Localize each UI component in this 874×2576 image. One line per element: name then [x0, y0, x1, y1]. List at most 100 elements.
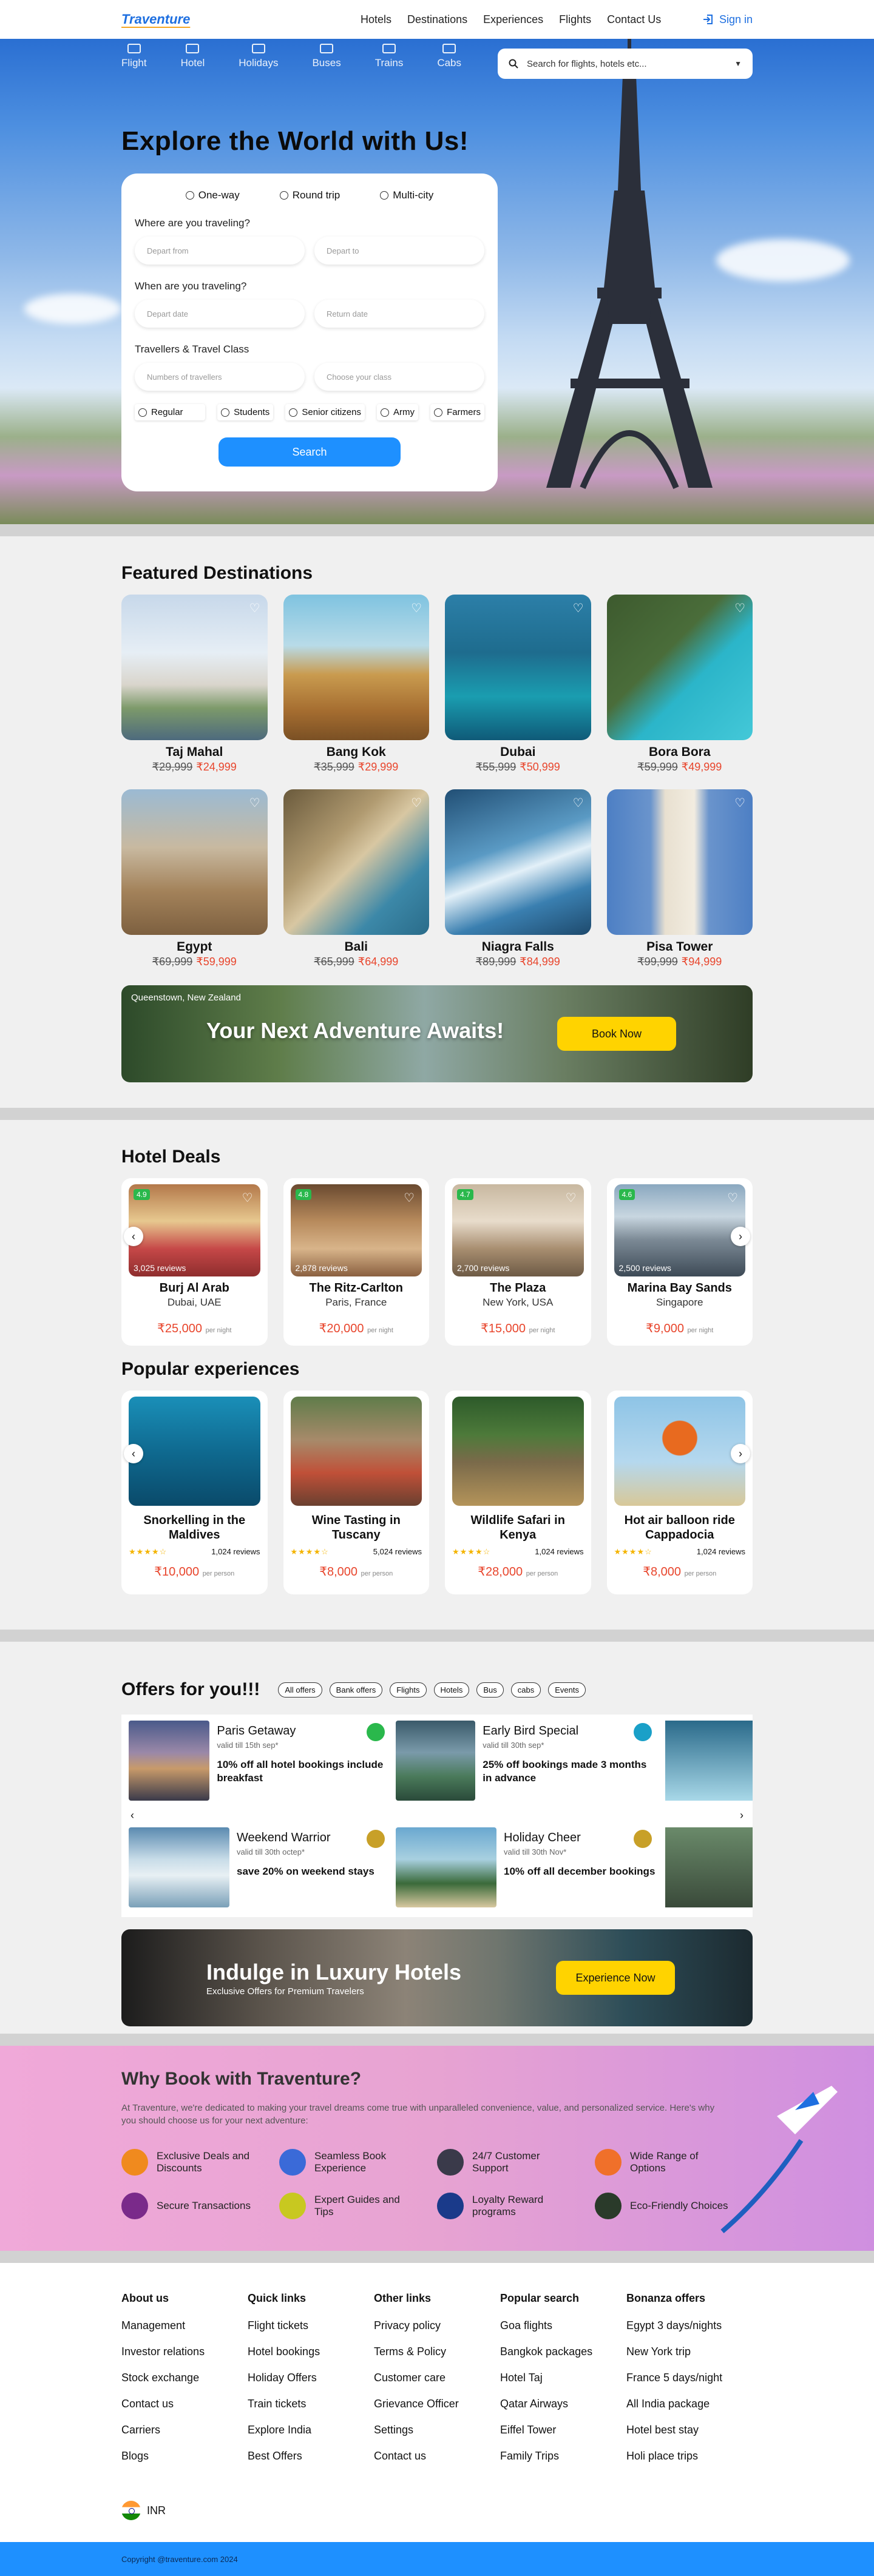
fare-students[interactable]: Students: [217, 404, 273, 420]
footer-link[interactable]: New York trip: [626, 2345, 753, 2358]
hotel-card[interactable]: 4.7 ♡ 2,700 reviews The Plaza New York, USA ₹…: [445, 1178, 591, 1346]
footer-link[interactable]: Egypt 3 days/nights: [626, 2319, 753, 2332]
signin-button[interactable]: Sign in: [702, 13, 753, 26]
carousel-prev-button[interactable]: ‹: [123, 1806, 142, 1825]
chip-cabs[interactable]: cabs: [510, 1682, 541, 1698]
footer-link[interactable]: Explore India: [248, 2424, 374, 2436]
offer-card[interactable]: Holiday Cheer valid till 30th Nov* 10% off…: [396, 1827, 657, 1912]
hero-search-input[interactable]: Search for flights, hotels etc... ▼: [498, 49, 753, 79]
footer-link[interactable]: Family Trips: [500, 2450, 626, 2463]
chip-all-offers[interactable]: All offers: [278, 1682, 322, 1698]
offer-card[interactable]: Weekend Warrior valid till 30th octep* sav…: [129, 1827, 390, 1912]
footer-link[interactable]: Privacy policy: [374, 2319, 500, 2332]
footer-link[interactable]: Holiday Offers: [248, 2372, 374, 2384]
footer-link[interactable]: Blogs: [121, 2450, 248, 2463]
destination-card[interactable]: ♡ Bora Bora ₹59,999 ₹49,999: [606, 595, 753, 774]
destination-card[interactable]: ♡ Egypt ₹69,999 ₹59,999: [121, 789, 268, 968]
mode-trains[interactable]: Trains: [375, 44, 403, 69]
heart-icon[interactable]: ♡: [573, 795, 584, 811]
footer-link[interactable]: Hotel best stay: [626, 2424, 753, 2436]
heart-icon[interactable]: ♡: [249, 601, 260, 616]
heart-icon[interactable]: ♡: [242, 1190, 253, 1205]
heart-icon[interactable]: ♡: [734, 601, 745, 616]
experience-card[interactable]: Wildlife Safari in Kenya ★★★★☆ 1,024 revie…: [445, 1391, 591, 1594]
class-select[interactable]: Choose your class: [314, 363, 484, 391]
footer-link[interactable]: Best Offers: [248, 2450, 374, 2463]
search-button[interactable]: Search: [218, 437, 401, 467]
fare-army[interactable]: Army: [377, 404, 418, 420]
nav-link-flights[interactable]: Flights: [559, 13, 591, 26]
carousel-next-button[interactable]: ›: [732, 1806, 751, 1825]
dropdown-caret-icon[interactable]: ▼: [734, 59, 742, 68]
heart-icon[interactable]: ♡: [566, 1190, 577, 1205]
experience-now-button[interactable]: Experience Now: [556, 1961, 675, 1995]
experience-card[interactable]: Hot air balloon ride Cappadocia ★★★★☆ 1,02…: [606, 1391, 753, 1594]
mode-flight[interactable]: Flight: [121, 44, 147, 69]
footer-link[interactable]: Contact us: [121, 2398, 248, 2410]
hotel-card[interactable]: 4.9 ♡ 3,025 reviews Burj Al Arab Dubai, UAE ₹…: [121, 1178, 268, 1346]
heart-icon[interactable]: ♡: [727, 1190, 738, 1205]
nav-link-hotels[interactable]: Hotels: [361, 13, 391, 26]
chip-events[interactable]: Events: [548, 1682, 586, 1698]
footer-link[interactable]: Hotel bookings: [248, 2345, 374, 2358]
carousel-next-button[interactable]: ›: [731, 1444, 750, 1463]
footer-link[interactable]: Settings: [374, 2424, 500, 2436]
footer-link[interactable]: Hotel Taj: [500, 2372, 626, 2384]
footer-link[interactable]: Grievance Officer: [374, 2398, 500, 2410]
fare-regular[interactable]: Regular: [135, 404, 205, 420]
heart-icon[interactable]: ♡: [734, 795, 745, 811]
mode-buses[interactable]: Buses: [312, 44, 341, 69]
nav-link-contact-us[interactable]: Contact Us: [607, 13, 661, 26]
footer-link[interactable]: Contact us: [374, 2450, 500, 2463]
footer-link[interactable]: Carriers: [121, 2424, 248, 2436]
heart-icon[interactable]: ♡: [404, 1190, 415, 1205]
footer-link[interactable]: All India package: [626, 2398, 753, 2410]
heart-icon[interactable]: ♡: [573, 601, 584, 616]
carousel-prev-button[interactable]: ‹: [124, 1444, 143, 1463]
nav-link-destinations[interactable]: Destinations: [407, 13, 467, 26]
carousel-prev-button[interactable]: ‹: [124, 1227, 143, 1246]
return-date-input[interactable]: Return date: [314, 300, 484, 328]
fare-senior-citizens[interactable]: Senior citizens: [285, 404, 365, 420]
footer-link[interactable]: Management: [121, 2319, 248, 2332]
footer-link[interactable]: Flight tickets: [248, 2319, 374, 2332]
trip-round-trip[interactable]: Round trip: [279, 189, 340, 201]
chip-bank-offers[interactable]: Bank offers: [329, 1682, 383, 1698]
footer-link[interactable]: Customer care: [374, 2372, 500, 2384]
depart-date-input[interactable]: Depart date: [135, 300, 305, 328]
heart-icon[interactable]: ♡: [411, 601, 422, 616]
experience-card[interactable]: Snorkelling in the Maldives ★★★★☆ 1,024 re…: [121, 1391, 268, 1594]
destination-card[interactable]: ♡ Dubai ₹55,999 ₹50,999: [445, 595, 591, 774]
footer-link[interactable]: Qatar Airways: [500, 2398, 626, 2410]
footer-link[interactable]: Train tickets: [248, 2398, 374, 2410]
hotel-card[interactable]: 4.8 ♡ 2,878 reviews The Ritz-Carlton Paris, …: [283, 1178, 429, 1346]
destination-card[interactable]: ♡ Niagra Falls ₹89,999 ₹84,999: [445, 789, 591, 968]
destination-card[interactable]: ♡ Taj Mahal ₹29,999 ₹24,999: [121, 595, 268, 774]
mode-hotel[interactable]: Hotel: [181, 44, 205, 69]
footer-link[interactable]: Bangkok packages: [500, 2345, 626, 2358]
destination-card[interactable]: ♡ Pisa Tower ₹99,999 ₹94,999: [606, 789, 753, 968]
carousel-next-button[interactable]: ›: [731, 1227, 750, 1246]
chip-hotels[interactable]: Hotels: [433, 1682, 470, 1698]
fare-farmers[interactable]: Farmers: [430, 404, 484, 420]
footer-link[interactable]: Terms & Policy: [374, 2345, 500, 2358]
destination-card[interactable]: ♡ Bali ₹65,999 ₹64,999: [283, 789, 429, 968]
nav-link-experiences[interactable]: Experiences: [483, 13, 543, 26]
book-now-button[interactable]: Book Now: [557, 1017, 676, 1051]
mode-cabs[interactable]: Cabs: [437, 44, 461, 69]
mode-holidays[interactable]: Holidays: [239, 44, 278, 69]
currency-selector[interactable]: INR: [121, 2501, 166, 2520]
heart-icon[interactable]: ♡: [411, 795, 422, 811]
footer-link[interactable]: Eiffel Tower: [500, 2424, 626, 2436]
footer-link[interactable]: Stock exchange: [121, 2372, 248, 2384]
footer-link[interactable]: Holi place trips: [626, 2450, 753, 2463]
chip-flights[interactable]: Flights: [390, 1682, 427, 1698]
footer-link[interactable]: Goa flights: [500, 2319, 626, 2332]
heart-icon[interactable]: ♡: [249, 795, 260, 811]
footer-link[interactable]: Investor relations: [121, 2345, 248, 2358]
hotel-card[interactable]: 4.6 ♡ 2,500 reviews Marina Bay Sands Singapo…: [606, 1178, 753, 1346]
footer-link[interactable]: France 5 days/night: [626, 2372, 753, 2384]
depart-from-input[interactable]: Depart from: [135, 237, 305, 265]
logo[interactable]: Traventure: [121, 12, 190, 27]
trip-one-way[interactable]: One-way: [185, 189, 240, 201]
